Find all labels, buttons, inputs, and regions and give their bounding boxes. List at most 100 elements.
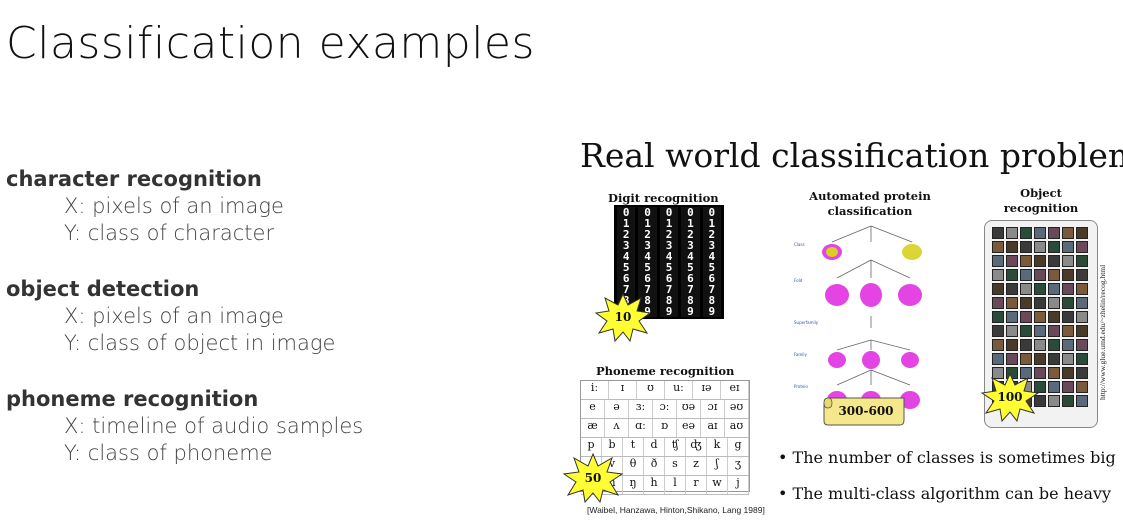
example-x-object: X: pixels of an image [64,304,284,328]
object-thumbnail [1006,269,1018,281]
object-thumbnail [992,311,1004,323]
object-thumbnail [992,255,1004,267]
object-thumbnail [1048,353,1060,365]
object-thumbnail [1048,381,1060,393]
object-thumbnail [1076,241,1088,253]
phoneme-cell: aɪ [701,419,725,437]
panel-title: Real world classification problems [580,136,1123,175]
phoneme-cell: ð [644,457,665,475]
phoneme-row: æ ʌ ɑː ɒ eə aɪ aʊ [581,419,749,438]
example-heading-phoneme: phoneme recognition [6,387,259,411]
object-thumbnail [1062,269,1074,281]
object-thumbnail [1076,269,1088,281]
object-thumbnail [1034,325,1046,337]
object-thumbnail [1076,381,1088,393]
phoneme-row: iː ɪ ʊ uː ɪə eɪ [581,381,749,400]
phoneme-cell: l [665,476,686,494]
object-thumbnail [1076,227,1088,239]
object-thumbnail [1006,255,1018,267]
object-thumbnail [1076,255,1088,267]
phoneme-cell: ɪə [693,381,721,399]
object-thumbnail [1048,227,1060,239]
object-thumbnail [1062,283,1074,295]
object-thumbnail [1020,255,1032,267]
protein-caption-line1: Automated protein [809,189,931,203]
example-heading-character: character recognition [6,167,262,191]
example-y-character: Y: class of character [64,221,275,245]
phoneme-row: e ə ɜː ɔː ʊə ɔɪ əʊ [581,400,749,419]
phoneme-cell: ɑː [629,419,653,437]
object-thumbnail [1006,311,1018,323]
object-thumbnail [1048,269,1060,281]
object-thumbnail [1076,283,1088,295]
phoneme-cell: e [581,400,605,418]
phoneme-cell: ɔː [653,400,677,418]
object-thumbnail [1048,339,1060,351]
example-y-object: Y: class of object in image [64,331,336,355]
digit-caption: Digit recognition [608,191,719,205]
object-thumbnail [1034,283,1046,295]
object-source-url: http://www.glue.umd.edu/~zhelin/recog.ht… [1098,264,1107,400]
object-thumbnail [1076,297,1088,309]
object-thumbnail [1006,241,1018,253]
phoneme-cell: ɪ [609,381,637,399]
svg-text:Class: Class [794,242,805,247]
object-thumbnail [992,325,1004,337]
phoneme-cell: ɒ [653,419,677,437]
object-thumbnail [1020,325,1032,337]
phoneme-cell: ə [605,400,629,418]
svg-text:Superfamily: Superfamily [794,320,819,325]
phoneme-cell: r [686,476,707,494]
phoneme-cell: h [644,476,665,494]
example-x-phoneme: X: timeline of audio samples [64,414,364,438]
phoneme-cell: g [728,438,749,456]
object-thumbnail [1006,339,1018,351]
object-thumbnail [1020,353,1032,365]
phoneme-cell: ʃ [707,457,728,475]
phoneme-cell: ɜː [629,400,653,418]
object-thumbnail [1048,241,1060,253]
digit-glyph: 9 [687,305,694,318]
object-thumbnail [1006,353,1018,365]
phoneme-cell: eə [677,419,701,437]
svg-text:Protein: Protein [794,384,808,389]
object-thumbnail [1034,227,1046,239]
object-thumbnail [1034,311,1046,323]
object-thumbnail [1034,241,1046,253]
object-thumbnail [1062,339,1074,351]
object-thumbnail [992,339,1004,351]
object-thumbnail [992,227,1004,239]
object-thumbnail [1048,255,1060,267]
phoneme-cell: d [644,438,665,456]
digit-glyph: 9 [665,305,673,318]
phoneme-cell: ŋ [623,476,644,494]
object-thumbnail [1048,311,1060,323]
object-thumbnail [1020,269,1032,281]
object-thumbnail [1006,283,1018,295]
example-heading-object: object detection [6,277,200,301]
object-thumbnail [1076,325,1088,337]
phoneme-cell: ʊə [677,400,701,418]
object-thumbnail [1076,367,1088,379]
object-thumbnail [1006,227,1018,239]
phoneme-cell: θ [623,457,644,475]
phoneme-cell: uː [665,381,693,399]
phoneme-cell: iː [581,381,609,399]
phoneme-cell: w [707,476,728,494]
phoneme-cell: j [728,476,749,494]
object-thumbnail [992,297,1004,309]
digit-column: 0123456789 [702,207,722,317]
phoneme-cell: aʊ [725,419,749,437]
digit-column: 0123456789 [659,207,679,318]
object-thumbnail [1062,395,1074,407]
object-thumbnail [1034,255,1046,267]
object-caption-line2: recognition [1003,201,1079,215]
object-thumbnail [1062,227,1074,239]
object-thumbnail [1034,339,1046,351]
svg-text:Fold: Fold [794,278,803,283]
svg-text:Family: Family [794,352,808,357]
phoneme-count: 50 [585,471,602,485]
object-thumbnail [1048,367,1060,379]
object-thumbnail [1034,269,1046,281]
object-thumbnail [1062,367,1074,379]
